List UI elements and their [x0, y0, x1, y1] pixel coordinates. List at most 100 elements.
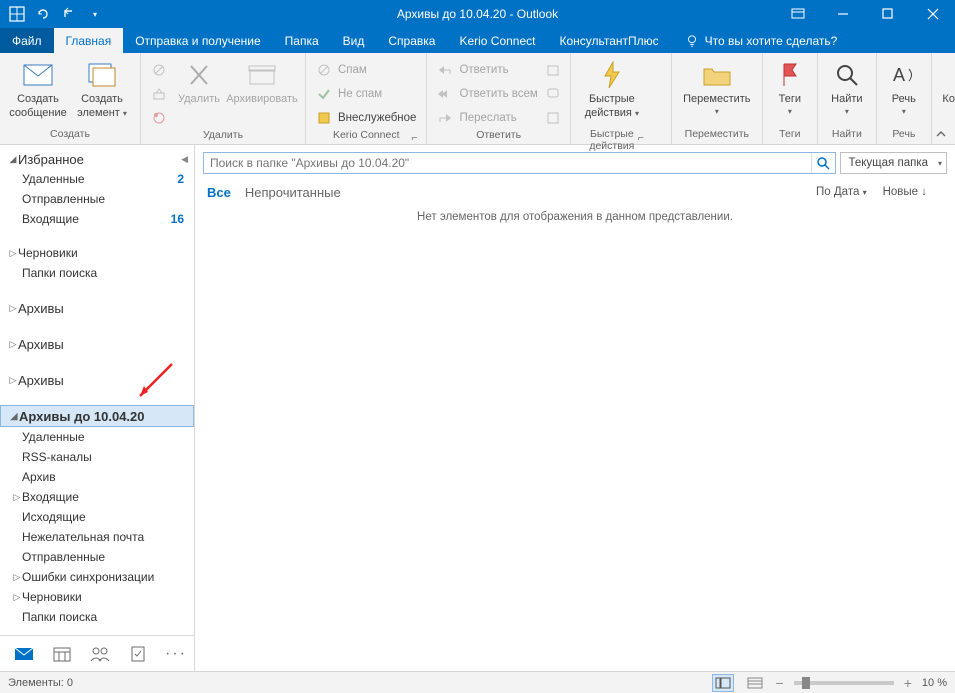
group-tags-label: Теги	[769, 128, 811, 144]
new-items-button[interactable]: Создать элемент ▾	[70, 55, 134, 119]
view-normal-button[interactable]	[712, 674, 734, 692]
chevron-left-icon[interactable]: ◀	[181, 154, 194, 165]
nav-more-icon[interactable]: ···	[166, 644, 186, 664]
archives-2[interactable]: ▷Архивы	[0, 333, 194, 355]
junk-button[interactable]	[147, 107, 173, 129]
ribbon-display-button[interactable]	[775, 0, 820, 28]
more-reply-button[interactable]	[542, 107, 564, 129]
minimize-button[interactable]	[820, 0, 865, 28]
tab-help[interactable]: Справка	[376, 28, 447, 53]
tab-kerio[interactable]: Kerio Connect	[447, 28, 547, 53]
im-button[interactable]	[542, 83, 564, 105]
acct-search-folders[interactable]: Папки поиска	[0, 263, 194, 283]
tell-me-search[interactable]: Что вы хотите сделать?	[671, 28, 838, 53]
filter-unread[interactable]: Непрочитанные	[245, 185, 341, 200]
maximize-button[interactable]	[865, 0, 910, 28]
message-list-pane: Текущая папка▾ Все Непрочитанные По Дата…	[195, 145, 955, 671]
tab-folder[interactable]: Папка	[273, 28, 331, 53]
launcher-icon[interactable]: ⌐	[408, 132, 420, 144]
nav-mail-icon[interactable]	[14, 644, 34, 664]
nav-tasks-icon[interactable]	[128, 644, 148, 664]
tab-consultant[interactable]: КонсультантПлюс	[547, 28, 670, 53]
zoom-slider[interactable]	[794, 681, 894, 685]
sub-deleted[interactable]: Удаленные	[0, 427, 194, 447]
sub-archive[interactable]: Архив	[0, 467, 194, 487]
group-kerio-label: Kerio Connect⌐	[312, 129, 420, 144]
fav-deleted[interactable]: Удаленные2	[0, 169, 194, 189]
empty-message: Нет элементов для отображения в данном п…	[195, 205, 955, 223]
chat-icon	[546, 86, 560, 102]
sub-rss[interactable]: RSS-каналы	[0, 447, 194, 467]
sort-direction-button[interactable]: Новые ↓	[883, 186, 927, 198]
archives-1[interactable]: ▷Архивы	[0, 297, 194, 319]
reply-all-icon	[437, 86, 453, 102]
delete-button[interactable]: Удалить	[173, 55, 225, 105]
qat-customize-icon[interactable]: ▾	[86, 5, 104, 23]
forward-icon	[437, 110, 453, 126]
block-icon	[316, 62, 332, 78]
not-spam-button[interactable]: Не спам	[312, 83, 420, 105]
filter-all[interactable]: Все	[207, 185, 231, 200]
group-reply-label: Ответить	[433, 129, 563, 144]
nav-calendar-icon[interactable]	[52, 644, 72, 664]
acct-drafts[interactable]: ▷Черновики	[0, 243, 194, 263]
tab-view[interactable]: Вид	[331, 28, 377, 53]
sub-sent[interactable]: Отправленные	[0, 547, 194, 567]
cleanup-icon	[151, 86, 167, 102]
sub-syncerr[interactable]: ▷Ошибки синхронизации	[0, 567, 194, 587]
forward-button[interactable]: Переслать	[433, 107, 541, 129]
zoom-level[interactable]: 10 %	[922, 677, 947, 689]
qat-undo-icon[interactable]	[60, 5, 78, 23]
group-create-label: Создать	[6, 128, 134, 144]
meeting-button[interactable]	[542, 59, 564, 81]
new-email-icon	[22, 59, 54, 91]
sub-outbox[interactable]: Исходящие	[0, 507, 194, 527]
app-icon	[8, 5, 26, 23]
search-input[interactable]	[204, 156, 811, 170]
chevron-down-icon: ▾	[938, 159, 942, 168]
main-area: ◢Избранное◀ Удаленные2 Отправленные Вход…	[0, 145, 955, 671]
cleanup-button[interactable]	[147, 83, 173, 105]
sub-drafts[interactable]: ▷Черновики	[0, 587, 194, 607]
sub-junk[interactable]: Нежелательная почта	[0, 527, 194, 547]
move-button[interactable]: Переместить ▾	[678, 55, 756, 116]
quick-steps-button[interactable]: Быстрые действия ▾	[577, 55, 647, 119]
search-scope-dropdown[interactable]: Текущая папка▾	[840, 152, 948, 174]
zoom-in-button[interactable]: +	[904, 675, 912, 691]
ignore-button[interactable]	[147, 59, 173, 81]
zoom-out-button[interactable]: −	[776, 675, 784, 691]
new-email-button[interactable]: Создать сообщение	[6, 55, 70, 119]
non-business-button[interactable]: Внеслужебное	[312, 107, 420, 129]
sort-by-button[interactable]: По Дата ▾	[816, 186, 867, 198]
fav-inbox[interactable]: Входящие16	[0, 209, 194, 229]
close-button[interactable]	[910, 0, 955, 28]
speech-button[interactable]: A Речь ▾	[883, 55, 925, 116]
fav-sent[interactable]: Отправленные	[0, 189, 194, 209]
view-reading-button[interactable]	[744, 674, 766, 692]
flag-yellow-icon	[316, 110, 332, 126]
sub-inbox[interactable]: ▷Входящие	[0, 487, 194, 507]
search-box[interactable]	[203, 152, 836, 174]
nav-people-icon[interactable]	[90, 644, 110, 664]
more-icon	[546, 110, 560, 126]
archives-until-10-04-20[interactable]: ◢Архивы до 10.04.20	[0, 405, 194, 427]
reply-all-button[interactable]: Ответить всем	[433, 83, 541, 105]
favorites-header[interactable]: ◢Избранное◀	[0, 145, 194, 169]
tab-file[interactable]: Файл	[0, 28, 54, 53]
search-icon[interactable]	[811, 153, 835, 173]
consultant-button[interactable]: КонсультантПлюс ▾	[938, 55, 955, 116]
group-quick-label: Быстрые действия⌐	[577, 128, 647, 144]
launcher-icon[interactable]: ⌐	[635, 132, 647, 144]
ribbon: Создать сообщение Создать элемент ▾ Созд…	[0, 53, 955, 145]
archive-button[interactable]: Архивировать	[225, 55, 299, 105]
spam-button[interactable]: Спам	[312, 59, 420, 81]
archives-3[interactable]: ▷Архивы	[0, 369, 194, 391]
reply-button[interactable]: Ответить	[433, 59, 541, 81]
collapse-ribbon-icon[interactable]	[935, 128, 949, 142]
sub-search[interactable]: Папки поиска	[0, 607, 194, 627]
tab-home[interactable]: Главная	[54, 28, 124, 53]
find-button[interactable]: Найти ▾	[824, 55, 870, 116]
tab-sendreceive[interactable]: Отправка и получение	[123, 28, 272, 53]
qat-sendreceive-icon[interactable]	[34, 5, 52, 23]
tags-button[interactable]: Теги ▾	[769, 55, 811, 116]
